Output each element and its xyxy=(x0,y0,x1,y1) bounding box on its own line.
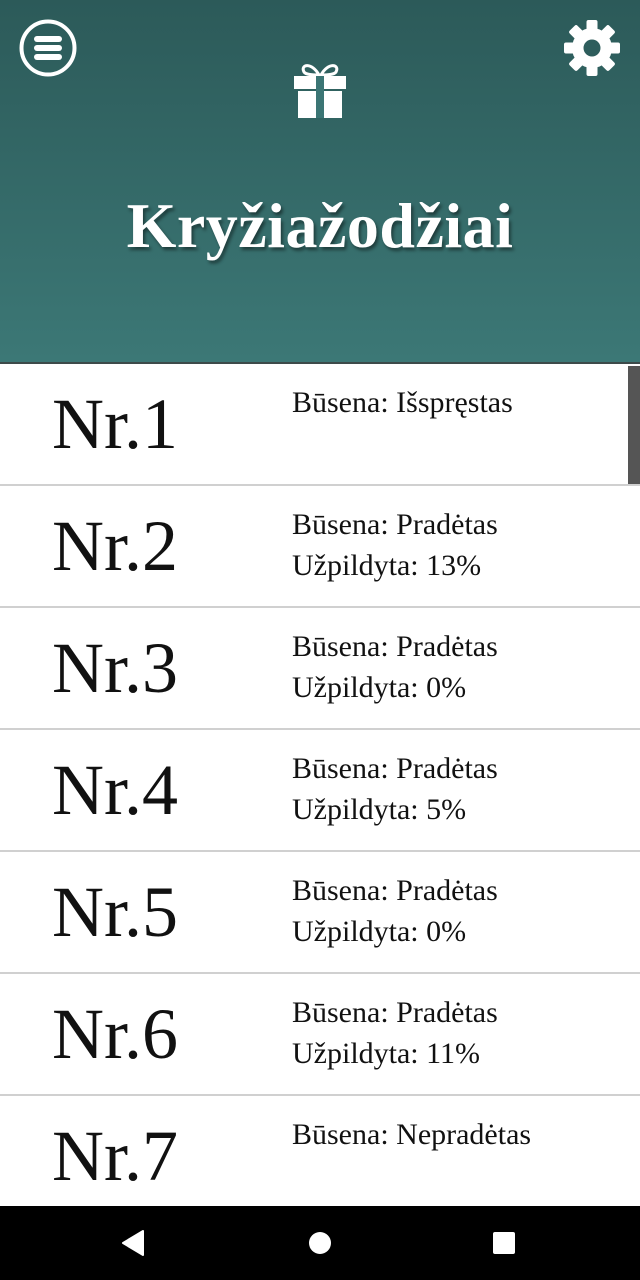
puzzle-list[interactable]: Nr.1 Būsena: Išspręstas Nr.2 Būsena: Pra… xyxy=(0,362,640,1206)
puzzle-number: Nr.2 xyxy=(52,506,178,586)
puzzle-row-4[interactable]: Nr.4 Būsena: Pradėtas Užpildyta: 5% xyxy=(0,730,640,852)
puzzle-number: Nr.4 xyxy=(52,750,178,830)
system-nav-bar xyxy=(0,1206,640,1280)
home-circle-icon xyxy=(309,1232,331,1254)
nav-home-button[interactable] xyxy=(303,1226,337,1260)
puzzle-progress: Užpildyta: 0% xyxy=(292,671,467,704)
puzzle-progress: Užpildyta: 0% xyxy=(292,915,467,948)
puzzle-row-5[interactable]: Nr.5 Būsena: Pradėtas Užpildyta: 0% xyxy=(0,852,640,974)
app-title: Kryžiažodžiai xyxy=(126,190,514,261)
puzzle-status: Būsena: Pradėtas xyxy=(292,630,498,663)
puzzle-info: Būsena: Nepradėtas xyxy=(292,1114,531,1155)
list-scrollbar[interactable] xyxy=(628,366,640,484)
puzzle-number: Nr.6 xyxy=(52,994,178,1074)
gift-icon xyxy=(294,64,346,118)
puzzle-status: Būsena: Pradėtas xyxy=(292,996,498,1029)
puzzle-row-3[interactable]: Nr.3 Būsena: Pradėtas Užpildyta: 0% xyxy=(0,608,640,730)
puzzle-info: Būsena: Išspręstas xyxy=(292,382,513,423)
nav-back-button[interactable] xyxy=(117,1226,151,1260)
puzzle-progress: Užpildyta: 13% xyxy=(292,549,482,582)
nav-recent-button[interactable] xyxy=(487,1226,521,1260)
menu-icon xyxy=(19,19,77,77)
puzzle-progress: Užpildyta: 11% xyxy=(292,1037,481,1070)
puzzle-status: Būsena: Pradėtas xyxy=(292,874,498,907)
puzzle-number: Nr.7 xyxy=(52,1116,178,1196)
puzzle-status: Būsena: Pradėtas xyxy=(292,508,498,541)
recent-square-icon xyxy=(493,1232,515,1254)
puzzle-row-6[interactable]: Nr.6 Būsena: Pradėtas Užpildyta: 11% xyxy=(0,974,640,1096)
puzzle-row-7[interactable]: Nr.7 Būsena: Nepradėtas xyxy=(0,1096,640,1206)
puzzle-progress: Užpildyta: 5% xyxy=(292,793,467,826)
puzzle-status: Būsena: Išspręstas xyxy=(292,386,513,419)
gift-button[interactable] xyxy=(292,60,348,120)
puzzle-info: Būsena: Pradėtas Užpildyta: 5% xyxy=(292,748,498,830)
puzzle-number: Nr.5 xyxy=(52,872,178,952)
puzzle-status: Būsena: Nepradėtas xyxy=(292,1118,532,1151)
back-triangle-icon xyxy=(122,1230,144,1256)
puzzle-row-2[interactable]: Nr.2 Būsena: Pradėtas Užpildyta: 13% xyxy=(0,486,640,608)
puzzle-info: Būsena: Pradėtas Užpildyta: 11% xyxy=(292,992,498,1074)
puzzle-info: Būsena: Pradėtas Užpildyta: 13% xyxy=(292,504,498,586)
settings-button[interactable] xyxy=(562,18,622,78)
puzzle-row-1[interactable]: Nr.1 Būsena: Išspręstas xyxy=(0,364,640,486)
puzzle-number: Nr.1 xyxy=(52,384,178,464)
gear-icon xyxy=(564,20,620,76)
puzzle-number: Nr.3 xyxy=(52,628,178,708)
app-header: Kryžiažodžiai xyxy=(0,0,640,362)
menu-button[interactable] xyxy=(19,19,77,77)
puzzle-info: Būsena: Pradėtas Užpildyta: 0% xyxy=(292,870,498,952)
puzzle-info: Būsena: Pradėtas Užpildyta: 0% xyxy=(292,626,498,708)
puzzle-status: Būsena: Pradėtas xyxy=(292,752,498,785)
